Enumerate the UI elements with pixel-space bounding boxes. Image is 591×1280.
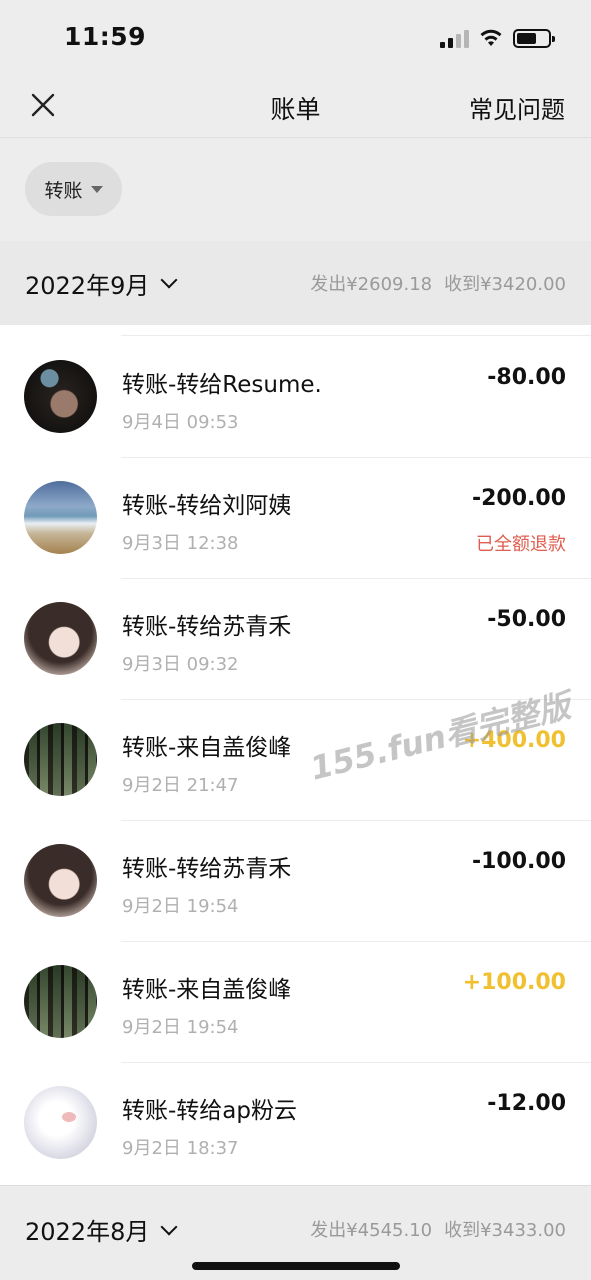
transaction-row[interactable]: 转账-来自盖俊峰 9月2日 21:47 +400.00 [0,700,591,821]
month-selector[interactable]: 2022年8月 [25,1212,178,1247]
transaction-time: 9月2日 21:47 [122,775,239,796]
transaction-row[interactable]: 转账-转给Resume. 9月4日 09:53 -80.00 [0,337,591,458]
transaction-list: 转账-转给Resume. 9月4日 09:53 -80.00 转账-转给刘阿姨 … [0,325,591,1185]
transaction-amount: -100.00 [471,849,566,874]
status-time: 11:59 [64,22,147,51]
transaction-title: 转账-来自盖俊峰 [122,977,292,1003]
transaction-time: 9月2日 19:54 [122,896,239,917]
transaction-row[interactable]: 转账-转给ap粉云 9月2日 18:37 -12.00 [0,1063,591,1184]
transaction-amount: -12.00 [487,1091,566,1116]
month-header: 2022年9月 发出¥2609.18 收到¥3420.00 [0,241,591,325]
month-label: 2022年8月 [25,1218,150,1246]
home-indicator [192,1262,400,1270]
transaction-time: 9月4日 09:53 [122,412,239,433]
transaction-amount: -50.00 [487,607,566,632]
transaction-row[interactable]: 转账-转给苏青禾 9月3日 09:32 -50.00 [0,579,591,700]
caret-down-icon [90,185,103,193]
transaction-time: 9月2日 19:54 [122,1017,239,1038]
month-label: 2022年9月 [25,271,150,300]
chevron-down-icon [160,271,178,289]
transaction-time: 9月2日 18:37 [122,1138,239,1159]
month-spent: 发出¥4545.10 [310,1220,433,1241]
avatar [24,481,97,554]
status-icons [440,28,555,48]
transaction-title: 转账-转给刘阿姨 [122,493,292,519]
transaction-row[interactable]: 转账-转给刘阿姨 9月3日 12:38 -200.00 已全额退款 [0,458,591,579]
transaction-title: 转账-转给ap粉云 [122,1098,297,1124]
filter-bar: 转账 [0,139,591,241]
transaction-title: 转账-来自盖俊峰 [122,735,292,761]
transaction-amount: -200.00 [471,486,566,511]
avatar [24,723,97,796]
avatar [24,965,97,1038]
transaction-title: 转账-转给Resume. [122,372,322,398]
month-stats: 发出¥2609.18 收到¥3420.00 [310,270,566,296]
avatar [24,844,97,917]
avatar [24,360,97,433]
transaction-amount: +400.00 [462,728,566,753]
month-stats: 发出¥4545.10 收到¥3433.00 [310,1212,566,1242]
transaction-amount: -80.00 [487,365,566,390]
chevron-down-icon [160,1218,178,1235]
transaction-time: 9月3日 09:32 [122,654,239,675]
transaction-time: 9月3日 12:38 [122,533,239,554]
transaction-title: 转账-转给苏青禾 [122,614,292,640]
status-bar: 11:59 [0,0,591,72]
transaction-row[interactable]: 转账-转给苏青禾 9月2日 19:54 -100.00 [0,821,591,942]
wifi-icon [480,29,502,46]
avatar [24,602,97,675]
transaction-amount: +100.00 [462,970,566,995]
month-spent: 发出¥2609.18 [310,274,433,295]
filter-label: 转账 [44,179,83,202]
faq-link[interactable]: 常见问题 [469,90,565,125]
month-selector[interactable]: 2022年9月 [25,266,178,301]
filter-dropdown[interactable]: 转账 [25,162,122,216]
avatar [24,1086,97,1159]
transaction-row[interactable]: 转账-来自盖俊峰 9月2日 19:54 +100.00 [0,942,591,1063]
battery-icon [513,29,555,48]
transaction-title: 转账-转给苏青禾 [122,856,292,882]
month-received: 收到¥3420.00 [444,274,566,295]
cellular-signal-icon [440,29,469,48]
month-received: 收到¥3433.00 [444,1220,566,1241]
refund-status: 已全额退款 [476,534,566,555]
nav-bar: 账单 常见问题 [0,72,591,138]
